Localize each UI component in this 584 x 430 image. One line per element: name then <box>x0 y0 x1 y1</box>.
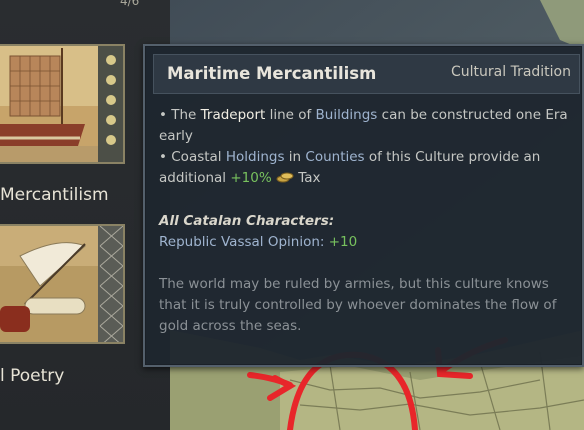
game-screen: 4/6 Mercantilism l Poetry Maritime Merca… <box>0 0 584 430</box>
text: additional <box>159 170 231 186</box>
flavor-text-line: The world may be ruled by armies, but th… <box>159 276 549 292</box>
page-counter: 4/6 <box>120 0 140 8</box>
tradition-card-label: l Poetry <box>0 366 65 386</box>
tooltip-header: Maritime Mercantilism Cultural Tradition <box>153 54 580 94</box>
tax-bonus-value: +10% <box>230 170 272 186</box>
flavor-text-line: that it is truly controlled by whoever d… <box>159 297 557 313</box>
counties-link[interactable]: Counties <box>305 149 364 165</box>
text: in <box>284 149 306 165</box>
section-heading: All Catalan Characters: <box>159 213 335 229</box>
tradeport-link[interactable]: Tradeport <box>201 107 266 123</box>
text: • Coastal <box>159 149 226 165</box>
gold-coins-icon <box>276 172 294 183</box>
text: Tax <box>293 170 321 186</box>
effect-line-3: • Coastal Holdings in Counties of this C… <box>159 149 540 165</box>
tradition-card-maritime[interactable] <box>0 44 125 164</box>
effect-line-1: • The Tradeport line of Buildings can be… <box>159 107 568 123</box>
modifier-label[interactable]: Republic Vassal Opinion: <box>159 234 329 250</box>
text: • The <box>159 107 201 123</box>
text: of this Culture provide an <box>364 149 541 165</box>
tooltip-subtitle: Cultural Tradition <box>451 64 571 80</box>
quill-scroll-icon <box>0 226 123 342</box>
effect-line-4: additional +10% Tax <box>159 170 321 186</box>
modifier-value: +10 <box>328 234 358 250</box>
text: can be constructed one Era <box>377 107 568 123</box>
tooltip-title: Maritime Mercantilism <box>167 64 377 83</box>
flavor-text-line: gold across the seas. <box>159 318 302 334</box>
modifier-line: Republic Vassal Opinion: +10 <box>159 234 357 250</box>
tradition-card-label: Mercantilism <box>0 185 109 205</box>
buildings-link[interactable]: Buildings <box>316 107 378 123</box>
holdings-link[interactable]: Holdings <box>226 149 285 165</box>
effect-line-2: early <box>159 128 193 144</box>
ship-icon <box>0 46 123 162</box>
tradition-card-poetry[interactable] <box>0 224 125 344</box>
tradition-tooltip: Maritime Mercantilism Cultural Tradition… <box>143 44 584 367</box>
text: line of <box>265 107 316 123</box>
